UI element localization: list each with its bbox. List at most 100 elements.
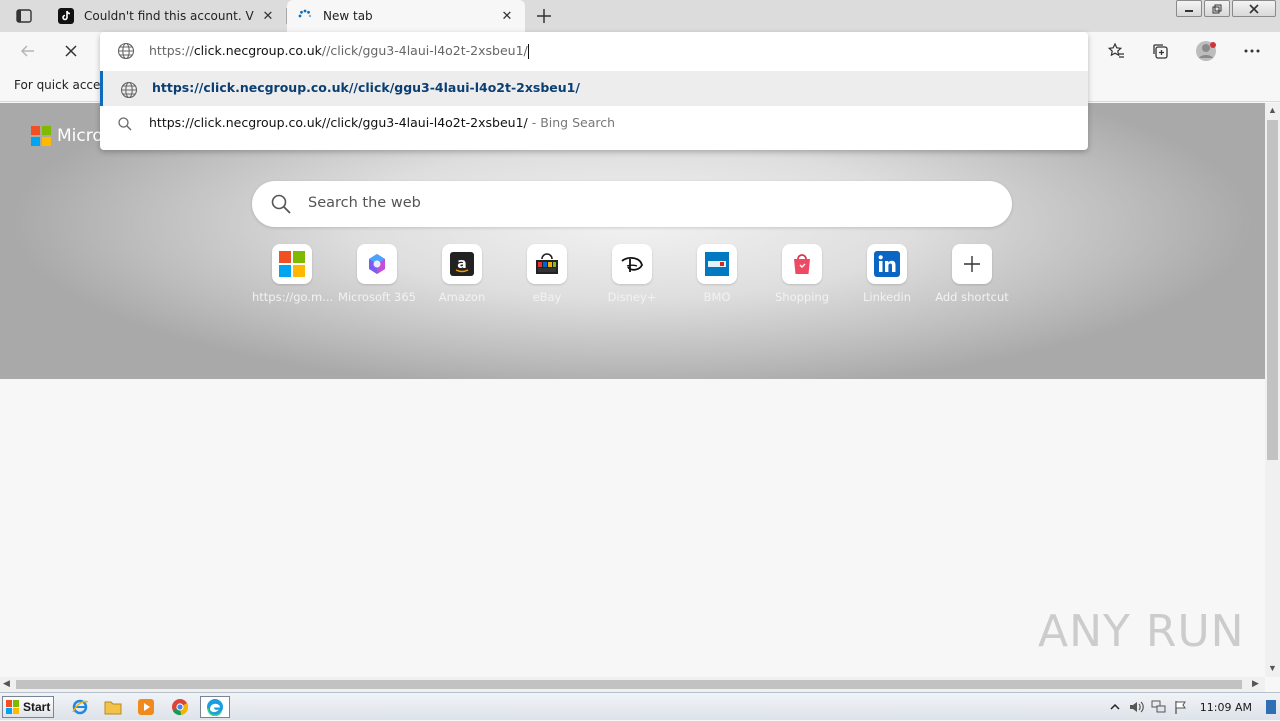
- add-shortcut-button[interactable]: Add shortcut: [932, 244, 1012, 304]
- start-button[interactable]: Start: [2, 696, 54, 718]
- brand-text: Micro: [57, 126, 103, 146]
- more-horizontal-icon: [1244, 49, 1260, 53]
- favorites-button[interactable]: [1102, 37, 1130, 65]
- amazon-icon: a: [442, 244, 482, 284]
- close-tab-icon[interactable]: ✕: [499, 8, 515, 24]
- shortcut-disney-plus[interactable]: Disney+: [592, 244, 672, 304]
- scrollbar-thumb[interactable]: [16, 680, 1242, 689]
- back-button[interactable]: [14, 37, 42, 65]
- suggestion-query: https://click.necgroup.co.uk//click/ggu3…: [149, 115, 528, 130]
- ebay-icon: [527, 244, 567, 284]
- settings-more-button[interactable]: [1238, 37, 1266, 65]
- shortcut-microsoft-365[interactable]: Microsoft 365: [337, 244, 417, 304]
- minimize-button[interactable]: [1176, 0, 1202, 17]
- shortcut-label: BMO: [703, 290, 731, 304]
- address-bar-input[interactable]: https://click.necgroup.co.uk//click/ggu3…: [100, 32, 1088, 70]
- suggestion-bing-search[interactable]: https://click.necgroup.co.uk//click/ggu3…: [100, 106, 1088, 141]
- taskbar: Start 11:09 AM: [0, 692, 1280, 720]
- shortcut-label: https://go.m...: [252, 290, 332, 304]
- shortcut-label: Amazon: [438, 290, 486, 304]
- volume-icon[interactable]: [1128, 698, 1146, 716]
- suggestion-text: https://click.necgroup.co.uk//click/ggu3…: [152, 80, 580, 95]
- plus-icon: [952, 244, 992, 284]
- scroll-right-icon[interactable]: ▶: [1252, 678, 1259, 689]
- taskbar-media-player[interactable]: [134, 696, 158, 718]
- collections-button[interactable]: [1146, 37, 1174, 65]
- url-host: click.necgroup.co.uk: [193, 43, 322, 58]
- scroll-down-icon[interactable]: ▼: [1268, 663, 1277, 673]
- globe-icon: [117, 42, 135, 63]
- action-center-flag-icon[interactable]: [1172, 698, 1190, 716]
- shortcut-label: Add shortcut: [935, 290, 1009, 304]
- arrow-left-icon: [20, 45, 34, 57]
- close-window-button[interactable]: [1232, 0, 1276, 17]
- close-tab-icon[interactable]: ✕: [260, 8, 276, 24]
- text-caret: [527, 44, 529, 59]
- restore-button[interactable]: [1204, 0, 1230, 17]
- media-player-icon: [138, 699, 154, 715]
- close-icon: [65, 45, 77, 57]
- bmo-icon: [697, 244, 737, 284]
- taskbar-edge[interactable]: [200, 696, 230, 718]
- loading-spinner-icon: [297, 8, 313, 24]
- system-tray: 11:09 AM: [1104, 693, 1280, 721]
- taskbar-file-explorer[interactable]: [101, 696, 125, 718]
- favorites-bar-hint: For quick access: [14, 78, 113, 92]
- shortcut-shopping[interactable]: Shopping: [762, 244, 842, 304]
- shortcut-label: Microsoft 365: [338, 290, 416, 304]
- edge-icon: [207, 699, 223, 716]
- folder-icon: [104, 701, 122, 715]
- internet-explorer-icon: [72, 699, 89, 715]
- search-placeholder: Search the web: [308, 195, 421, 211]
- new-tab-button[interactable]: [533, 5, 555, 27]
- shortcut-label: Shopping: [774, 290, 829, 304]
- scroll-up-icon[interactable]: ▲: [1268, 105, 1277, 115]
- close-icon: [1249, 3, 1259, 14]
- tiktok-icon: [58, 8, 74, 24]
- show-hidden-icons-icon[interactable]: [1106, 698, 1124, 716]
- search-icon: [117, 116, 133, 135]
- tab-title: Couldn't find this account. Visit T: [84, 9, 254, 23]
- taskbar-chrome[interactable]: [168, 696, 192, 718]
- show-desktop-button[interactable]: [1264, 698, 1278, 716]
- web-search-box[interactable]: Search the web: [252, 181, 1012, 227]
- shortcut-ebay[interactable]: eBay: [507, 244, 587, 304]
- tab-title: New tab: [323, 9, 373, 23]
- window-controls: [1174, 0, 1276, 18]
- shortcut-amazon[interactable]: a Amazon: [422, 244, 502, 304]
- network-icon[interactable]: [1150, 698, 1168, 716]
- scrollbar-thumb[interactable]: [1267, 120, 1278, 460]
- search-icon: [270, 193, 292, 218]
- tab-actions-button[interactable]: [10, 6, 38, 26]
- address-bar-url: https://click.necgroup.co.uk//click/ggu3…: [149, 43, 529, 59]
- vertical-scrollbar[interactable]: ▲ ▼: [1265, 103, 1280, 677]
- globe-icon: [120, 81, 138, 102]
- shortcut-linkedin[interactable]: Linkedin: [847, 244, 927, 304]
- windows-logo-icon: [6, 700, 20, 714]
- collections-icon: [1153, 44, 1168, 59]
- shortcut-label: Linkedin: [863, 290, 911, 304]
- watermark-text: ANY RUN: [1038, 606, 1245, 657]
- stop-loading-button[interactable]: [57, 37, 85, 65]
- taskbar-internet-explorer[interactable]: [68, 696, 92, 718]
- profile-button[interactable]: [1192, 37, 1220, 65]
- m365-icon: [357, 244, 397, 284]
- suggestion-url[interactable]: https://click.necgroup.co.uk//click/ggu3…: [100, 71, 1088, 106]
- shortcut-go-microsoft[interactable]: https://go.m...: [252, 244, 332, 304]
- microsoft-icon: [272, 244, 312, 284]
- taskbar-clock[interactable]: 11:09 AM: [1200, 701, 1252, 714]
- start-label: Start: [23, 700, 51, 714]
- plus-icon: [537, 9, 551, 23]
- tab-tiktok[interactable]: Couldn't find this account. Visit T ✕: [48, 0, 286, 32]
- new-tab-page: Micro Search the web https://go.m... Mic…: [0, 103, 1265, 677]
- shortcut-label: Disney+: [607, 290, 657, 304]
- minimize-icon: [1185, 9, 1193, 12]
- shopping-icon: [782, 244, 822, 284]
- shortcut-bmo[interactable]: BMO: [677, 244, 757, 304]
- tab-strip: Couldn't find this account. Visit T ✕ Ne…: [0, 0, 1280, 32]
- linkedin-icon: [867, 244, 907, 284]
- horizontal-scrollbar[interactable]: ◀ ▶: [0, 677, 1265, 692]
- scroll-left-icon[interactable]: ◀: [3, 678, 10, 689]
- tab-new-tab[interactable]: New tab ✕: [287, 0, 525, 32]
- shortcut-label: eBay: [532, 290, 562, 304]
